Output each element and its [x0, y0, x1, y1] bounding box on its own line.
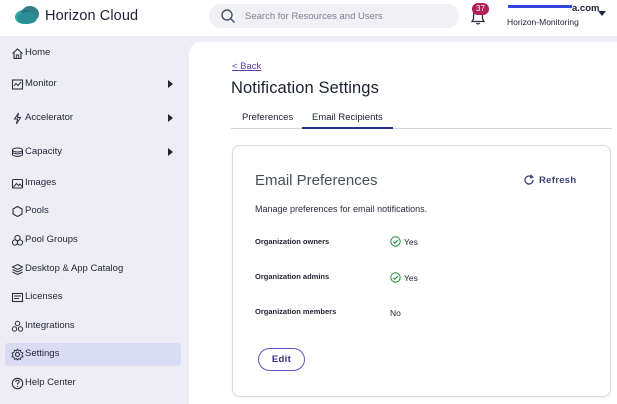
sidebar-item-label: Help Center: [25, 377, 76, 388]
sidebar-item-label: Pool Groups: [25, 234, 78, 245]
sidebar-item-accelerator[interactable]: Accelerator: [5, 107, 181, 130]
pools-icon: [12, 205, 23, 218]
expand-arrow-icon[interactable]: [168, 80, 173, 88]
top-header: Horizon Cloud 37 a.com Horizon-Monitorin…: [0, 0, 617, 36]
sidebar-item-desktop-app-catalog[interactable]: Desktop & App Catalog: [5, 258, 181, 281]
account-dropdown-caret-icon[interactable]: [598, 11, 606, 16]
licenses-icon: [11, 292, 24, 303]
page-title: Notification Settings: [231, 79, 379, 97]
sidebar-item-label: Home: [25, 47, 51, 58]
global-search[interactable]: [209, 4, 459, 28]
search-input[interactable]: [245, 7, 450, 25]
tab-preferences[interactable]: Preferences: [242, 112, 293, 123]
expand-arrow-icon[interactable]: [168, 114, 173, 122]
refresh-icon: [524, 174, 534, 185]
accelerator-icon: [13, 112, 22, 125]
edit-button[interactable]: Edit: [258, 348, 305, 371]
sidebar-item-pools[interactable]: Pools: [5, 200, 181, 223]
sidebar-item-integrations[interactable]: Integrations: [5, 315, 181, 338]
sidebar-item-images[interactable]: Images: [5, 172, 181, 195]
card-title: Email Preferences: [255, 172, 378, 189]
account-name-redacted: [508, 5, 572, 8]
images-icon: [11, 178, 24, 189]
account-org[interactable]: Horizon-Monitoring: [507, 17, 579, 27]
sidebar-item-capacity[interactable]: Capacity: [5, 141, 181, 164]
sidebar-item-label: Pools: [25, 205, 49, 216]
sidebar-item-label: Licenses: [25, 291, 63, 302]
monitor-icon: [11, 79, 24, 90]
sidebar-item-label: Monitor: [25, 78, 57, 89]
sidebar-item-home[interactable]: Home: [5, 42, 181, 65]
sidebar-item-settings[interactable]: Settings: [5, 343, 181, 366]
sidebar-item-label: Integrations: [25, 320, 75, 331]
check-circle-icon: [390, 236, 401, 247]
brand-name[interactable]: Horizon Cloud: [45, 8, 138, 24]
catalog-icon: [11, 263, 24, 276]
help-icon: [11, 377, 24, 390]
sidebar-item-help-center[interactable]: Help Center: [5, 372, 181, 395]
sidebar-item-label: Desktop & App Catalog: [25, 263, 124, 274]
account-domain[interactable]: a.com: [572, 3, 599, 14]
org-admins-label: Organization admins: [255, 272, 330, 281]
sidebar-item-label: Settings: [25, 348, 60, 359]
back-link[interactable]: < Back: [232, 61, 261, 72]
horizon-cloud-logo[interactable]: [14, 5, 40, 25]
settings-tabs: Preferences Email Recipients: [231, 110, 612, 129]
refresh-label: Refresh: [539, 175, 577, 186]
tab-email-recipients[interactable]: Email Recipients: [302, 112, 393, 129]
org-members-value: No: [390, 308, 401, 318]
sidebar-item-label: Accelerator: [25, 112, 74, 123]
home-icon: [12, 48, 23, 60]
org-owners-label: Organization owners: [255, 237, 330, 246]
search-icon: [221, 9, 235, 23]
expand-arrow-icon[interactable]: [168, 148, 173, 156]
notification-count-badge: 37: [472, 3, 489, 15]
check-circle-icon: [390, 272, 401, 283]
sidebar-item-licenses[interactable]: Licenses: [5, 286, 181, 309]
gear-icon: [11, 348, 24, 361]
sidebar-item-label: Images: [25, 177, 57, 188]
capacity-icon: [12, 147, 23, 157]
integrations-icon: [11, 320, 24, 332]
card-description: Manage preferences for email notificatio…: [255, 204, 428, 214]
pool-groups-icon: [11, 234, 24, 246]
sidebar-item-label: Capacity: [25, 146, 62, 157]
org-members-label: Organization members: [255, 307, 337, 316]
sidebar-item-pool-groups[interactable]: Pool Groups: [5, 229, 181, 252]
sidebar-item-monitor[interactable]: Monitor: [5, 73, 181, 96]
